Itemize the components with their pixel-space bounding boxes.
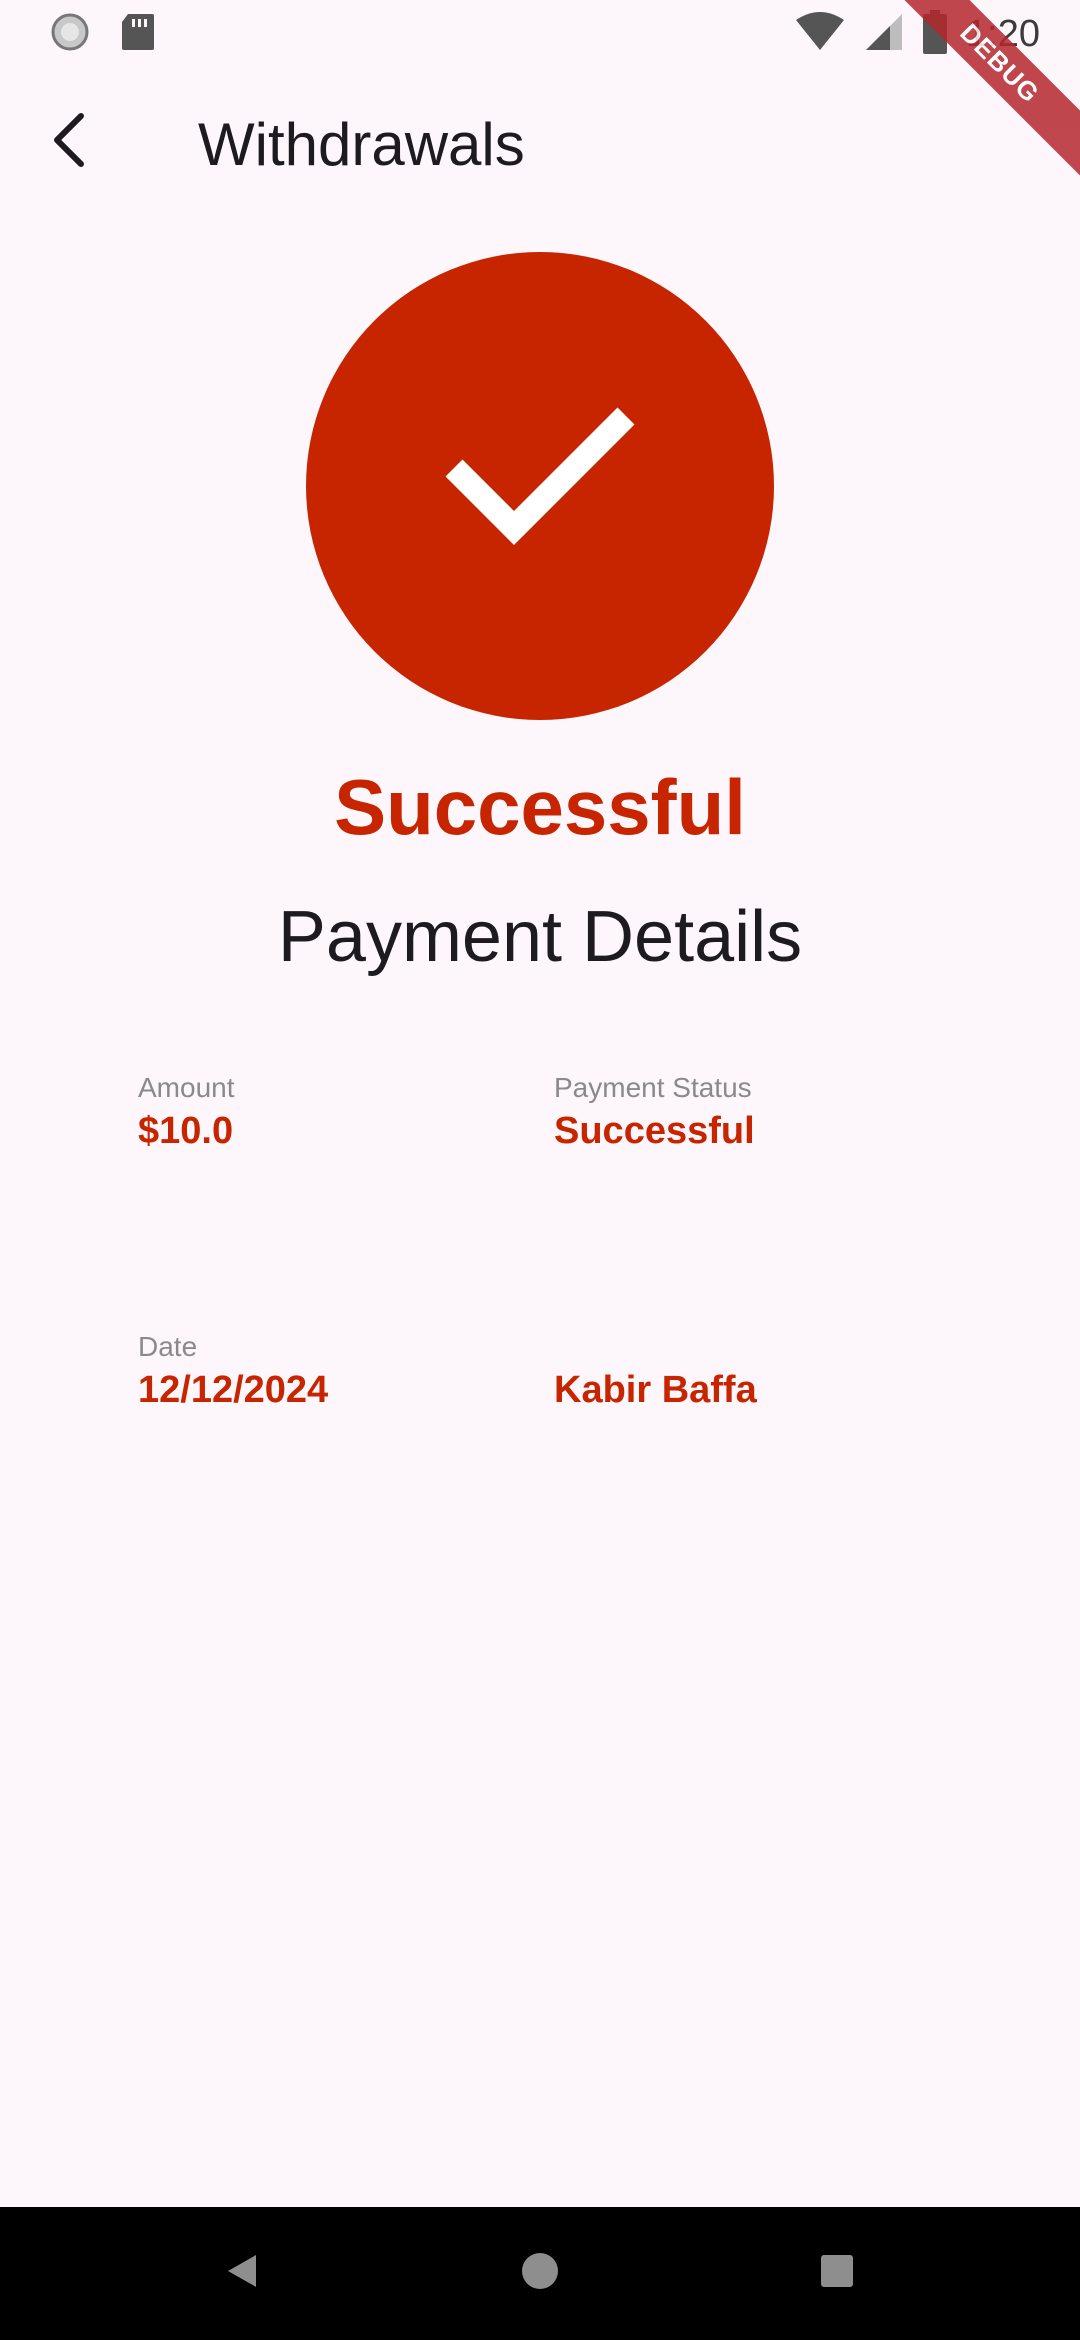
nav-back-icon (222, 2251, 262, 2296)
amount-value: $10.0 (138, 1110, 234, 1152)
nav-home-button[interactable] (480, 2207, 600, 2340)
wifi-icon (794, 12, 846, 57)
result-status: Successful (334, 763, 746, 851)
page-title: Withdrawals (198, 111, 525, 178)
screen: 1:20 DEBUG Withdrawals Successful Paymen… (0, 0, 1080, 2340)
nav-back-button[interactable] (182, 2207, 302, 2340)
success-badge (306, 252, 774, 720)
check-icon (420, 384, 660, 589)
nav-home-icon (520, 2251, 560, 2296)
name-value: Kabir Baffa (554, 1369, 757, 1411)
amount-field: Amount $10.0 (138, 1072, 235, 1153)
system-nav-bar (0, 2207, 1080, 2340)
loading-circle-icon (50, 12, 90, 57)
sd-card-icon (120, 12, 156, 57)
nav-recents-icon (817, 2251, 857, 2296)
app-bar: Withdrawals (0, 72, 1080, 212)
nav-recents-button[interactable] (777, 2207, 897, 2340)
payment-status-label: Payment Status (554, 1072, 752, 1103)
cellular-signal-icon (864, 12, 904, 57)
amount-label: Amount (138, 1072, 235, 1103)
name-field: Kabir Baffa (554, 1331, 757, 1412)
date-label: Date (138, 1331, 198, 1362)
back-button[interactable] (30, 102, 110, 182)
details-title: Payment Details (277, 897, 803, 977)
date-value: 12/12/2024 (138, 1369, 329, 1411)
payment-status-value: Successful (554, 1110, 755, 1152)
payment-status-field: Payment Status Successful (554, 1072, 755, 1153)
status-left-icons (50, 12, 156, 57)
date-field: Date 12/12/2024 (138, 1331, 328, 1412)
back-arrow-icon (45, 110, 95, 175)
